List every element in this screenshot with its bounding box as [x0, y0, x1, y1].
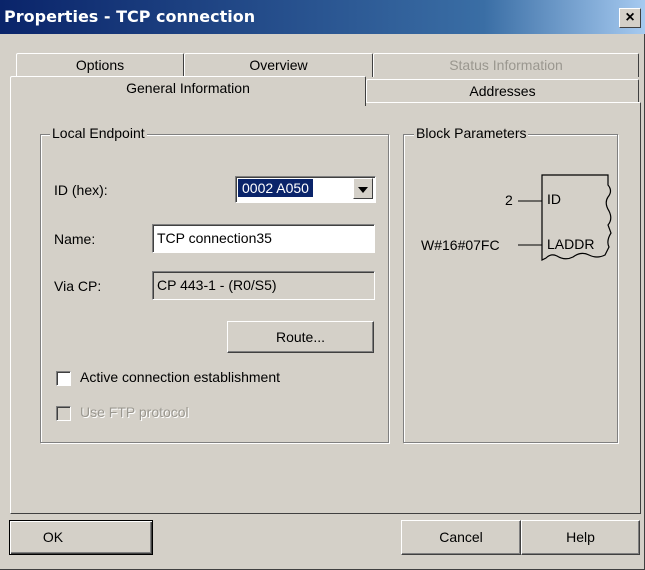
id-hex-value: 0002 A050	[238, 179, 313, 197]
block-parameters-label: Block Parameters	[414, 125, 529, 141]
tab-addresses-label: Addresses	[469, 83, 536, 99]
help-button[interactable]: Help	[521, 520, 640, 555]
function-block-symbol	[518, 174, 612, 261]
close-icon: ×	[625, 9, 635, 26]
tab-options-label: Options	[75, 57, 125, 73]
route-button[interactable]: Route...	[227, 321, 374, 353]
tab-overview[interactable]: Overview	[184, 53, 373, 77]
help-button-label: Help	[566, 529, 595, 545]
name-label: Name:	[54, 231, 96, 247]
tab-options[interactable]: Options	[16, 53, 184, 77]
id-hex-dropdown-button[interactable]	[353, 178, 373, 199]
cancel-button-label: Cancel	[439, 529, 483, 545]
local-endpoint-label: Local Endpoint	[50, 125, 147, 141]
properties-dialog: Properties - TCP connection × Options Ov…	[0, 0, 645, 570]
cancel-button[interactable]: Cancel	[401, 520, 521, 555]
route-button-label: Route...	[275, 329, 326, 345]
name-input[interactable]: TCP connection35	[152, 224, 375, 253]
tab-status-information: Status Information	[373, 53, 639, 77]
via-cp-field: CP 443-1 - (R0/S5)	[152, 271, 375, 300]
tab-general-information-label: General Information	[126, 80, 250, 96]
ok-button[interactable]: OK	[9, 520, 153, 555]
tab-addresses[interactable]: Addresses	[366, 79, 639, 103]
active-connection-label[interactable]: Active connection establishment	[80, 369, 280, 385]
close-button[interactable]: ×	[619, 8, 641, 28]
tab-overview-label: Overview	[249, 57, 308, 73]
window-title: Properties - TCP connection	[4, 7, 256, 26]
id-pin-label: ID	[547, 191, 561, 207]
use-ftp-label: Use FTP protocol	[80, 404, 189, 420]
use-ftp-checkbox	[56, 406, 71, 421]
title-bar: Properties - TCP connection ×	[0, 0, 645, 34]
tab-status-information-label: Status Information	[449, 57, 563, 73]
tab-general-information[interactable]: General Information	[10, 76, 366, 106]
chevron-down-icon	[358, 187, 368, 193]
name-value: TCP connection35	[157, 230, 272, 246]
id-hex-select[interactable]: 0002 A050	[235, 176, 376, 203]
via-cp-value: CP 443-1 - (R0/S5)	[157, 277, 277, 293]
ok-button-label: OK	[42, 529, 64, 545]
laddr-pin-label: LADDR	[547, 236, 595, 252]
general-information-panel: Local Endpoint ID (hex): 0002 A050 Name:…	[10, 102, 641, 514]
via-cp-label: Via CP:	[54, 278, 102, 294]
id-hex-label: ID (hex):	[54, 182, 108, 198]
active-connection-checkbox[interactable]	[56, 371, 71, 386]
